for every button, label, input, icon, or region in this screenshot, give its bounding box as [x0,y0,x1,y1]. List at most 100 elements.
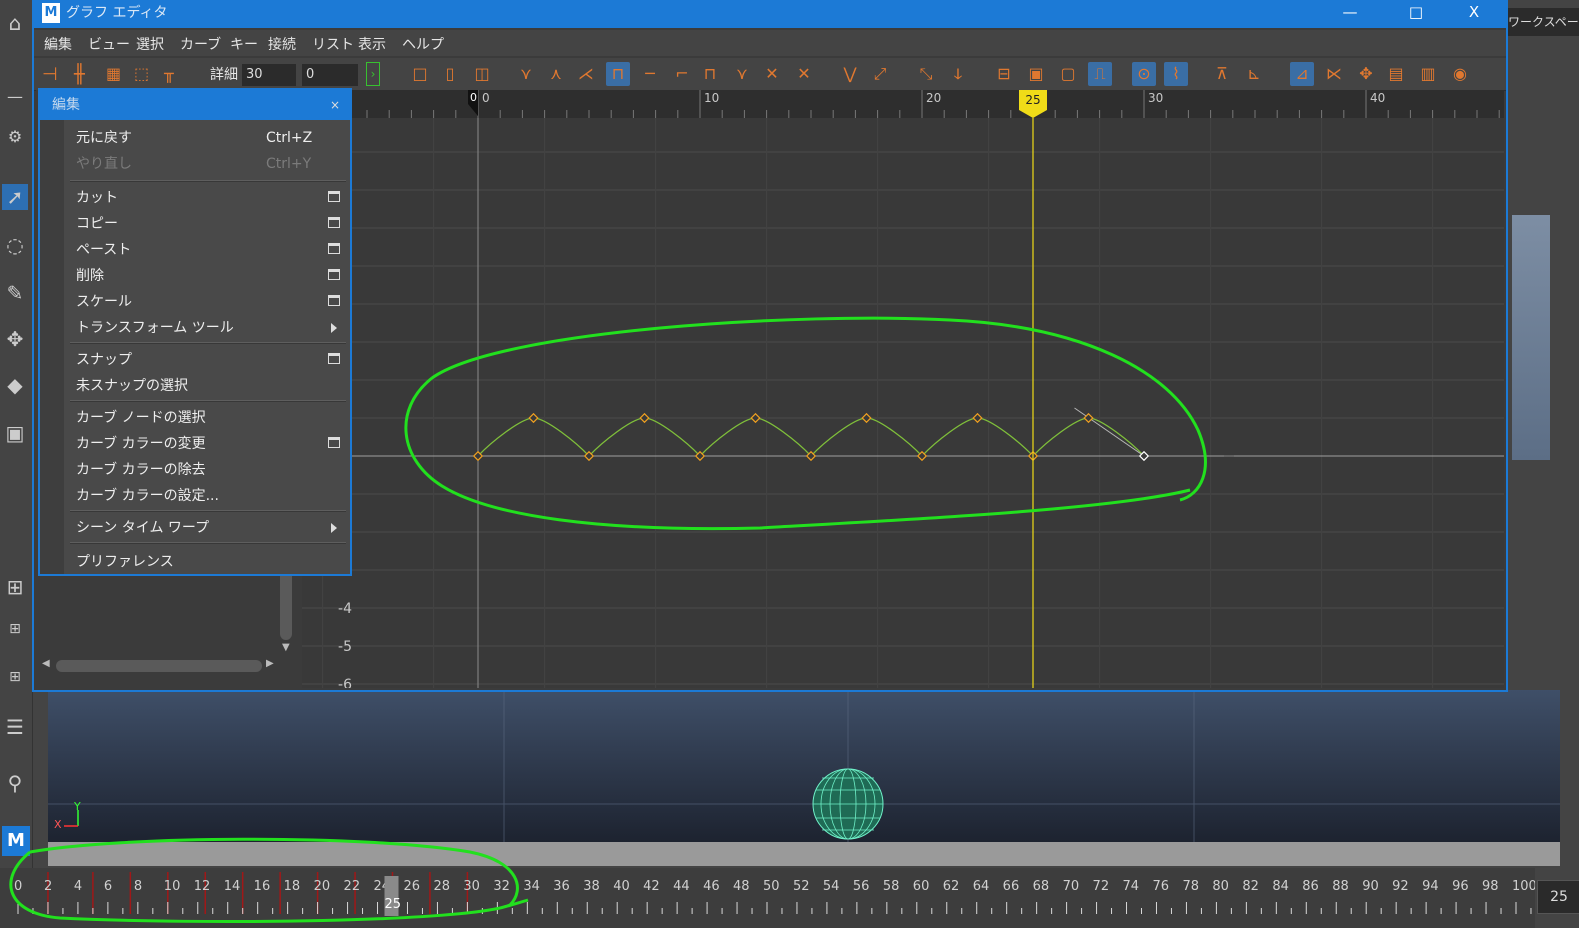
spline-tangent-icon[interactable]: ⋎ [514,62,538,86]
search-icon[interactable]: ⚲ [2,770,28,796]
auto-tangent-icon[interactable]: ⌐ [670,62,694,86]
minimize-button[interactable]: — [1328,2,1372,26]
gear-icon[interactable]: ⚙ [2,124,28,150]
scroll-down-icon[interactable]: ▼ [282,642,290,653]
lock-weight-icon[interactable]: ⋁ [838,62,862,86]
copy-option-box-icon[interactable] [328,217,340,228]
swap-buffer-icon[interactable]: ⊟ [992,62,1016,86]
value-field[interactable]: 0 [302,64,358,86]
graph-editor-titlebar[interactable]: M グラフ エディタ — □ X [34,2,1506,28]
menu-item-delete[interactable]: 削除 [76,264,104,288]
home-icon[interactable]: ⌂ [2,10,28,36]
add-layout-icon[interactable]: ⊞ [2,616,28,642]
menu-item-copy[interactable]: コピー [76,212,118,236]
paint-select-icon[interactable]: ✎ [2,280,28,306]
value-snap-icon[interactable]: ⊼ [1210,62,1234,86]
snap-option-box-icon[interactable] [328,353,340,364]
menu-item-preferences[interactable]: プリファレンス [76,550,174,574]
edit-menu-header[interactable]: 編集 × [40,90,350,120]
linear-tangent-icon[interactable]: ⋏ [544,62,568,86]
current-time-field[interactable]: 25 [1537,880,1579,914]
menu-item-select-unsnapped[interactable]: 未スナップの選択 [76,374,188,398]
select-arrow-icon[interactable]: ➚ [2,184,28,210]
animation-curve[interactable] [477,417,1145,457]
menu-item-set-curve-color[interactable]: カーブ カラーの設定... [76,484,219,508]
menu-list[interactable]: リスト [312,34,354,54]
stacked-view-icon[interactable]: ⊿ [1290,62,1314,86]
edit-menu-close-icon[interactable]: × [330,90,340,120]
paste-option-box-icon[interactable] [328,243,340,254]
unify-tangent-icon[interactable]: ✕ [760,62,784,86]
menu-item-scale[interactable]: スケール [76,290,132,314]
keyframe[interactable] [639,412,650,424]
detail-field[interactable]: 30 [242,64,296,86]
move-icon[interactable]: ✥ [2,326,28,352]
menu-select[interactable]: 選択 [136,34,164,54]
menu-item-remove-curve-color[interactable]: カーブ カラーの除去 [76,458,206,482]
auto-load-icon[interactable]: › [366,62,380,86]
clamped-tangent-icon[interactable]: ⋌ [574,62,598,86]
stacked-curves-icon[interactable]: ⎍ [1088,62,1112,86]
frame-playback-icon[interactable]: ▯ [438,62,462,86]
post-infinity-icon[interactable]: ⤡ [914,62,938,86]
outliner-icon[interactable]: ☰ [2,714,28,740]
plateau-tangent-icon[interactable]: ⊓ [698,62,722,86]
expand-icon[interactable]: ⊞ [2,664,28,690]
move-key-tool-icon[interactable]: ⊣ [42,64,58,85]
menu-view[interactable]: ビュー [88,34,130,54]
time-slider[interactable]: 0 2 4 6 8 10 12 14 16 18 20 22 24 26 28 30 32 34 36 38 40 42 4… [0,868,1535,928]
keyframe[interactable] [528,412,539,424]
frame-all-icon[interactable]: □ [408,62,432,86]
menu-curves[interactable]: カーブ [180,34,221,54]
menu-edit[interactable]: 編集 [44,34,72,54]
sphere-wireframe[interactable] [812,768,884,840]
pre-infinity-icon[interactable]: ⤢ [868,62,892,86]
center-current-icon[interactable]: ◫ [470,62,494,86]
menu-item-paste[interactable]: ペースト [76,238,131,262]
layout-icon[interactable]: ⊞ [2,574,28,600]
maximize-button[interactable]: □ [1394,2,1438,26]
denormalize-icon[interactable]: ▢ [1056,62,1080,86]
menu-item-select-curve-nodes[interactable]: カーブ ノードの選択 [76,406,206,430]
delete-option-box-icon[interactable] [328,269,340,280]
menu-item-cut[interactable]: カット [76,186,118,210]
scroll-left-icon[interactable]: ◀ [42,658,50,669]
menu-show[interactable]: 表示 [358,34,386,54]
scale-option-box-icon[interactable] [328,295,340,306]
buffer-curve-icon[interactable]: ↆ [946,62,970,86]
rotate-icon[interactable]: ◆ [2,372,28,398]
free-weight-icon[interactable]: ✕ [792,62,816,86]
viewport-3d[interactable]: Y X [48,690,1560,842]
menu-item-change-curve-color[interactable]: カーブ カラーの変更 [76,432,206,456]
dope-sheet-icon[interactable]: ▤ [1384,62,1408,86]
region-select-icon[interactable]: ⬚ [134,64,149,83]
time-ruler[interactable]: 0 10 20 30 40 0 25 [302,90,1504,118]
lasso-icon[interactable]: ◌ [2,232,28,258]
break-tangent-icon[interactable]: ⋎ [730,62,754,86]
time-snap-icon[interactable]: ⌇ [1164,62,1188,86]
menu-help[interactable]: ヘルプ [402,34,444,54]
menu-tangents[interactable]: 接続 [268,34,296,54]
retime-tool-icon[interactable]: ╥ [164,64,174,83]
menu-item-redo[interactable]: やり直し [76,152,132,176]
menu-keys[interactable]: キー [230,34,258,54]
keyframe[interactable] [861,412,872,424]
menu-item-scene-time-warp[interactable]: シーン タイム ワープ [76,516,209,540]
keyframe[interactable] [750,412,761,424]
minus-icon[interactable]: — [2,84,28,110]
trax-icon[interactable]: ▥ [1416,62,1440,86]
stepped-tangent-icon[interactable]: ⊓ [606,62,630,86]
scale-icon[interactable]: ▣ [2,420,28,446]
absolute-view-icon[interactable]: ⊾ [1242,62,1266,86]
menu-item-undo[interactable]: 元に戻す [76,126,132,150]
close-button[interactable]: X [1452,2,1496,26]
insert-key-icon[interactable]: ╫ [74,64,85,85]
outliner-hscroll-thumb[interactable] [56,660,262,672]
menu-item-transform-tools[interactable]: トランスフォーム ツール [76,316,234,340]
normalize-icon[interactable]: ▣ [1024,62,1048,86]
cut-option-box-icon[interactable] [328,191,340,202]
key-sync-icon[interactable]: ⊙ [1132,62,1156,86]
workspace-tab[interactable]: ワークスペース [1508,8,1579,36]
curve-color-option-box-icon[interactable] [328,437,340,448]
keyframe[interactable] [972,412,983,424]
